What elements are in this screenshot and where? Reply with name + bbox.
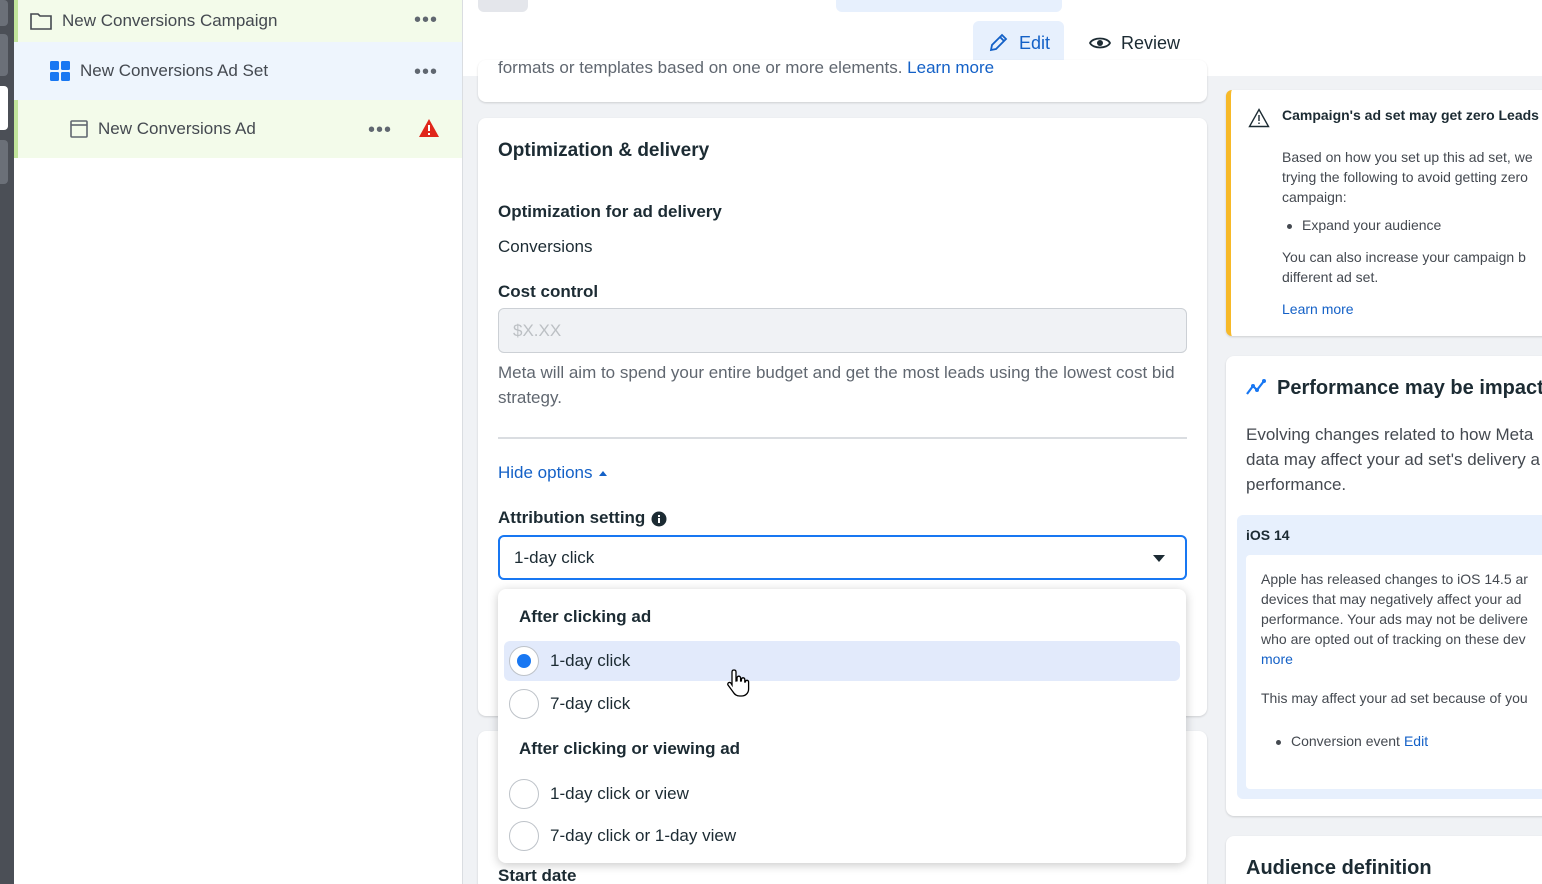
review-button[interactable]: Review [1075, 21, 1194, 65]
tree-item-ad[interactable]: New Conversions Ad ••• [14, 100, 462, 158]
optimization-label: Optimization for ad delivery [498, 202, 722, 221]
ios14-body: Apple has released changes to iOS 14.5 a… [1261, 571, 1528, 669]
info-icon[interactable] [651, 511, 667, 527]
option-label: 7-day click or 1-day view [550, 826, 737, 845]
alert-body-secondary: You can also increase your campaign b di… [1282, 249, 1526, 285]
optimization-value: Conversions [498, 237, 593, 256]
option-label: 7-day click [550, 694, 631, 713]
rail-tab-active[interactable] [0, 86, 8, 130]
dropdown-group-header: After clicking or viewing ad [519, 739, 741, 758]
hide-options-link[interactable]: Hide options [498, 463, 607, 483]
radio-icon [509, 689, 539, 719]
review-label: Review [1121, 32, 1181, 53]
warning-icon [1248, 108, 1270, 128]
alert-learn-more-link[interactable]: Learn more [1282, 301, 1354, 317]
ios14-details: Apple has released changes to iOS 14.5 a… [1246, 555, 1542, 789]
toolbar-tab[interactable] [478, 0, 528, 12]
performance-title: Performance may be impacte [1277, 377, 1542, 399]
tree-item-adset[interactable]: New Conversions Ad Set ••• [14, 42, 462, 100]
cost-control-label: Cost control [498, 282, 599, 301]
more-options-icon[interactable]: ••• [414, 62, 438, 82]
attribution-label-row: Attribution setting [498, 508, 667, 528]
attribution-option[interactable]: 1-day click [504, 641, 1180, 681]
attribution-option[interactable]: 7-day click [504, 684, 1180, 724]
left-rail [0, 0, 14, 884]
dropdown-arrow-icon [1153, 555, 1165, 562]
audience-title: Audience definition [1246, 857, 1432, 879]
radio-icon [509, 821, 539, 851]
more-options-icon[interactable]: ••• [414, 10, 438, 30]
cost-control-help: Meta will aim to spend your entire budge… [498, 363, 1175, 407]
start-date-label: Start date [498, 866, 577, 884]
ad-icon [70, 120, 88, 138]
hand-cursor-icon [727, 669, 750, 697]
creative-card: formats or templates based on one or mor… [478, 60, 1207, 102]
radio-icon [509, 779, 539, 809]
learn-more-link[interactable]: Learn more [907, 60, 994, 77]
performance-card: Performance may be impacte Evolving chan… [1226, 356, 1542, 816]
zero-leads-alert: Campaign's ad set may get zero Leads Bas… [1226, 90, 1542, 336]
ios14-bullet: Conversion event Edit [1275, 733, 1429, 749]
campaign-tree: New Conversions Campaign ••• New Convers… [14, 0, 463, 884]
grid-icon [50, 61, 70, 81]
ios14-title: iOS 14 [1246, 527, 1290, 543]
trend-icon [1246, 379, 1266, 395]
tree-item-label: New Conversions Ad Set [80, 61, 269, 80]
tree-item-label: New Conversions Ad [98, 119, 256, 138]
rail-tab[interactable] [0, 34, 8, 76]
tree-item-campaign[interactable]: New Conversions Campaign ••• [14, 0, 462, 42]
ios14-more-link[interactable]: more [1261, 649, 1528, 669]
conversion-event-edit-link[interactable]: Edit [1404, 733, 1428, 749]
caret-up-icon [598, 470, 607, 476]
attribution-option[interactable]: 7-day click or 1-day view [504, 816, 1180, 856]
edit-button[interactable]: Edit [973, 21, 1065, 65]
option-label: 1-day click [550, 651, 631, 670]
alert-bullet: Expand your audience [1286, 217, 1442, 233]
radio-selected-icon [509, 646, 539, 676]
pencil-icon [989, 33, 1008, 52]
option-label: 1-day click or view [550, 784, 689, 803]
audience-definition-card: Audience definition [1226, 836, 1542, 884]
attribution-option[interactable]: 1-day click or view [504, 774, 1180, 814]
performance-body: Evolving changes related to how Meta dat… [1246, 425, 1540, 494]
toolbar-tab-active[interactable] [836, 0, 1062, 12]
tree-item-label: New Conversions Campaign [62, 11, 278, 30]
cost-control-input[interactable] [498, 308, 1187, 353]
section-title: Optimization & delivery [498, 140, 710, 161]
dropdown-group-header: After clicking ad [519, 607, 652, 626]
eye-icon [1089, 37, 1111, 49]
hide-options-label: Hide options [498, 463, 593, 482]
alert-title: Campaign's ad set may get zero Leads [1282, 107, 1539, 123]
ios14-panel: iOS 14 Apple has released changes to iOS… [1237, 515, 1542, 799]
edit-label: Edit [1019, 32, 1051, 53]
ios14-body-secondary: This may affect your ad set because of y… [1261, 690, 1528, 706]
alert-body: Based on how you set up this ad set, we … [1282, 149, 1533, 205]
rail-tab[interactable] [0, 140, 8, 184]
attribution-dropdown-menu: After clicking ad 1-day click 7-day clic… [498, 589, 1186, 863]
attribution-label: Attribution setting [498, 508, 646, 527]
more-options-icon[interactable]: ••• [368, 120, 392, 140]
rail-tab[interactable] [0, 0, 8, 26]
attribution-selected-value: 1-day click [514, 547, 595, 567]
divider [498, 437, 1187, 439]
creative-help-text: formats or templates based on one or mor… [498, 60, 995, 77]
attribution-select[interactable]: 1-day click [498, 535, 1187, 580]
error-icon [419, 119, 439, 137]
folder-icon [30, 13, 52, 30]
